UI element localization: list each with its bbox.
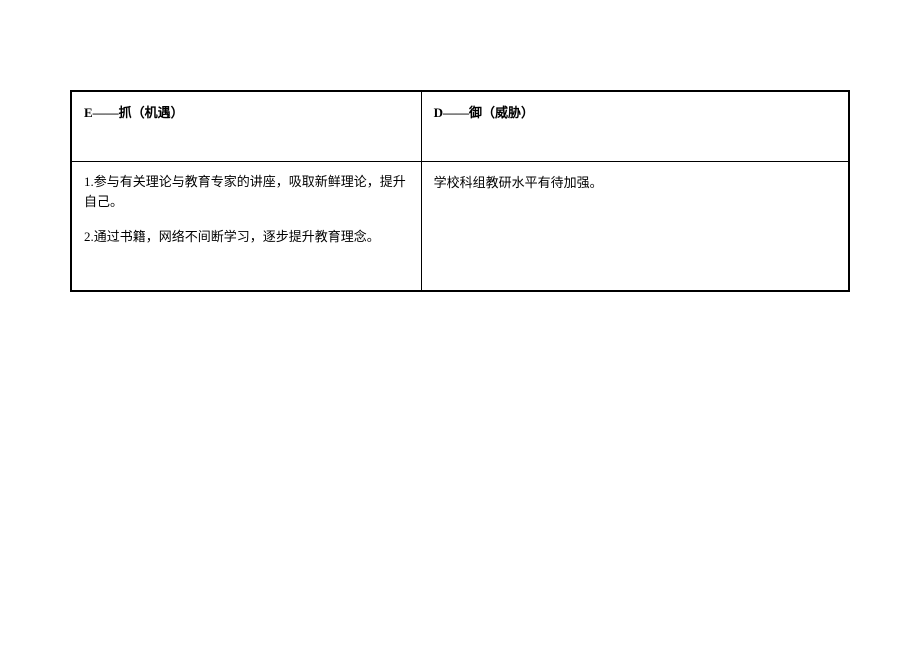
header-cell-opportunity: E——抓（机遇） [71,91,421,161]
header-cell-threat: D——御（威胁） [421,91,849,161]
content-cell-threat: 学校科组教研水平有待加强。 [421,161,849,291]
header-label-threat: D——御（威胁） [434,105,534,120]
table-content-row: 1.参与有关理论与教育专家的讲座，吸取新鲜理论，提升自己。 2.通过书籍，网络不… [71,161,849,291]
table-header-row: E——抓（机遇） D——御（威胁） [71,91,849,161]
content-line-1: 1.参与有关理论与教育专家的讲座，吸取新鲜理论，提升自己。 [84,172,409,214]
content-threat-text: 学校科组教研水平有待加强。 [434,175,603,190]
content-cell-opportunity: 1.参与有关理论与教育专家的讲座，吸取新鲜理论，提升自己。 2.通过书籍，网络不… [71,161,421,291]
swot-table: E——抓（机遇） D——御（威胁） 1.参与有关理论与教育专家的讲座，吸取新鲜理… [70,90,850,292]
header-label-opportunity: E——抓（机遇） [84,105,184,120]
content-line-2: 2.通过书籍，网络不间断学习，逐步提升教育理念。 [84,227,409,248]
swot-table-container: E——抓（机遇） D——御（威胁） 1.参与有关理论与教育专家的讲座，吸取新鲜理… [70,90,850,292]
